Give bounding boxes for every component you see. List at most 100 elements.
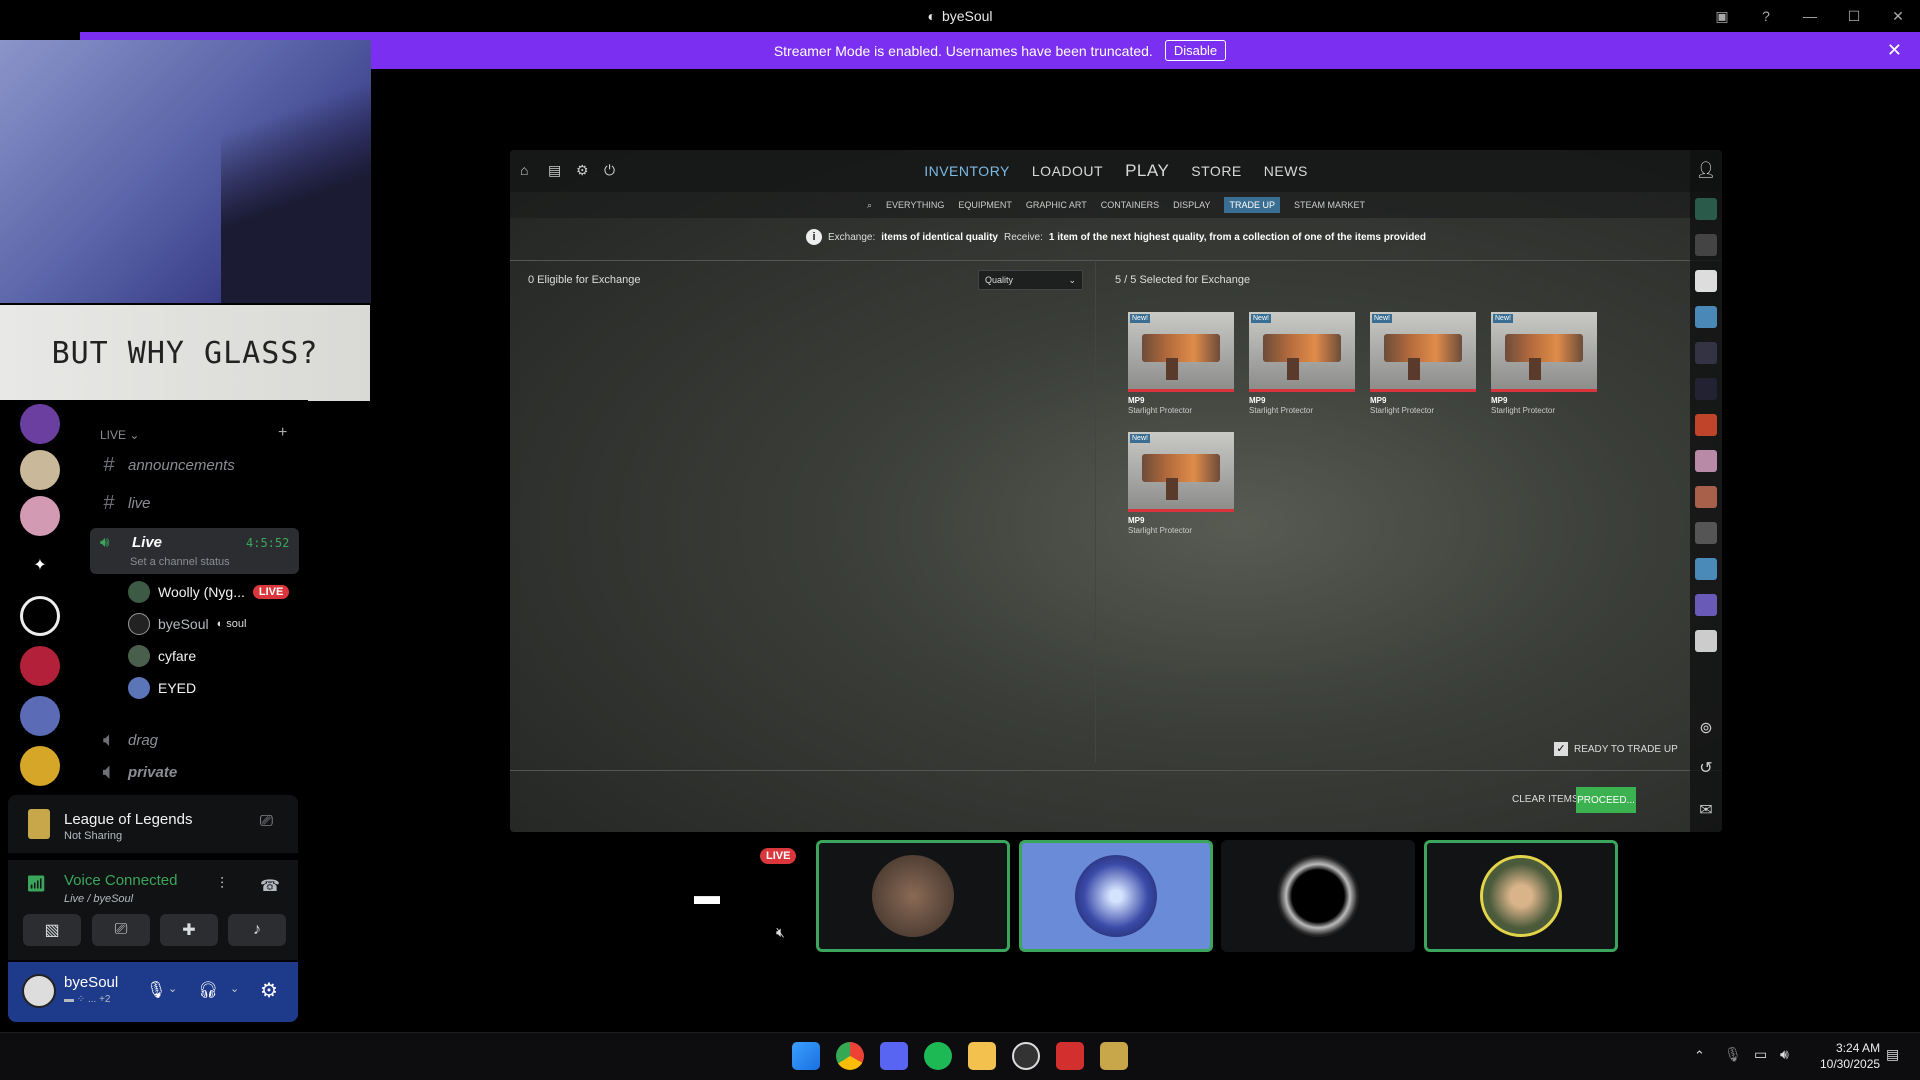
headphones-icon[interactable]: 🎧︎ — [198, 980, 218, 1000]
microphone-icon[interactable]: 🎙︎ — [146, 980, 166, 1000]
sort-dropdown[interactable]: Quality ⌄ — [978, 270, 1083, 290]
clear-items-button[interactable]: CLEAR ITEMS — [1512, 794, 1579, 805]
participant-tile[interactable] — [1424, 840, 1618, 952]
share-screen-icon[interactable]: ⎚ — [260, 813, 273, 831]
noise-suppression-icon[interactable]: ⫶ — [220, 876, 224, 894]
subnav-display[interactable]: DISPLAY — [1173, 200, 1210, 210]
server-icon[interactable] — [20, 404, 60, 444]
disconnect-icon[interactable]: ☎︎ — [260, 876, 280, 896]
sparkle-server-icon[interactable]: ✦ — [20, 546, 60, 586]
profile-icon[interactable]: 👤︎ — [1695, 160, 1717, 182]
channel-live-text[interactable]: # live — [100, 488, 150, 518]
trade-item[interactable]: New! MP9 Starlight Protector — [1128, 432, 1234, 535]
disable-button[interactable]: Disable — [1164, 40, 1227, 61]
discord-icon[interactable] — [880, 1042, 908, 1070]
chevron-up-icon[interactable]: ⌃ — [1694, 1048, 1705, 1064]
help-icon[interactable]: ? — [1744, 8, 1788, 24]
broadcast-icon[interactable]: ⊚ — [1695, 718, 1717, 740]
chevron-down-icon[interactable]: ⌄ — [168, 982, 177, 995]
close-banner-icon[interactable]: ✕ — [1887, 40, 1902, 61]
trade-item[interactable]: New! MP9 Starlight Protector — [1128, 312, 1234, 415]
voice-channel[interactable]: Live / byeSoul — [64, 893, 133, 905]
voice-status[interactable]: Voice Connected — [64, 872, 177, 889]
user-avatar[interactable] — [22, 974, 56, 1008]
participant-tile[interactable] — [1221, 840, 1415, 952]
inbox-icon[interactable]: ▣ — [1700, 8, 1744, 25]
nav-play[interactable]: PLAY — [1125, 161, 1169, 181]
search-icon[interactable]: ⌕ — [867, 200, 872, 211]
mail-icon[interactable]: ✉ — [1695, 800, 1717, 822]
server-icon[interactable] — [20, 450, 60, 490]
friend-avatar[interactable] — [1695, 234, 1717, 256]
channel-private[interactable]: 🔈︎ private — [100, 757, 177, 787]
trade-item[interactable]: New! MP9 Starlight Protector — [1370, 312, 1476, 415]
muted-icon[interactable]: 🔇︎ — [776, 924, 785, 941]
trade-item[interactable]: New! MP9 Starlight Protector — [1491, 312, 1597, 415]
friend-avatar[interactable] — [1695, 342, 1717, 364]
server-icon[interactable] — [20, 696, 60, 736]
gear-icon[interactable]: ⚙ — [260, 978, 278, 1003]
friend-avatar[interactable] — [1695, 558, 1717, 580]
subnav-everything[interactable]: EVERYTHING — [886, 200, 944, 210]
channel-live-voice[interactable]: 🔊︎ Live 4:5:52 Set a channel status — [90, 528, 299, 574]
friend-avatar[interactable] — [1695, 378, 1717, 400]
clock[interactable]: 3:24 AM 10/30/2025 — [1820, 1040, 1880, 1072]
camera-off-button[interactable]: ▧ — [23, 914, 81, 946]
friend-avatar[interactable] — [1695, 522, 1717, 544]
start-icon[interactable] — [792, 1042, 820, 1070]
server-icon[interactable] — [20, 496, 60, 536]
voice-user[interactable]: cyfare — [128, 644, 196, 668]
participant-tile[interactable] — [1019, 840, 1213, 952]
spotify-icon[interactable] — [924, 1042, 952, 1070]
server-icon[interactable] — [20, 646, 60, 686]
league-icon[interactable] — [1100, 1042, 1128, 1070]
soundboard-button[interactable]: ♪ — [228, 914, 286, 946]
channel-status[interactable]: Set a channel status — [130, 556, 230, 568]
friend-avatar[interactable] — [1695, 270, 1717, 292]
notification-icon[interactable]: ▤ — [1886, 1046, 1899, 1063]
friend-avatar[interactable] — [1695, 630, 1717, 652]
subnav-equipment[interactable]: EQUIPMENT — [958, 200, 1012, 210]
share-screen-button[interactable]: ⎚ — [92, 914, 150, 946]
gear-icon[interactable]: ⚙ — [576, 162, 589, 179]
friend-avatar[interactable] — [1695, 198, 1717, 220]
power-icon[interactable]: ⏻ — [604, 162, 615, 179]
subnav-trade-up[interactable]: TRADE UP — [1224, 197, 1280, 213]
server-icon[interactable] — [20, 746, 60, 786]
chevron-down-icon[interactable]: ⌄ — [230, 982, 239, 995]
voice-user[interactable]: Woolly (Nyg... LIVE — [128, 580, 290, 604]
close-button[interactable]: ✕ — [1876, 8, 1920, 25]
minimize-button[interactable]: — — [1788, 8, 1832, 24]
add-channel-icon[interactable]: + — [278, 424, 287, 442]
friend-avatar[interactable] — [1695, 450, 1717, 472]
nav-inventory[interactable]: INVENTORY — [924, 163, 1010, 179]
home-icon[interactable]: ⌂ — [520, 162, 528, 178]
channel-announcements[interactable]: # announcements — [100, 450, 234, 480]
nav-loadout[interactable]: LOADOUT — [1032, 163, 1103, 179]
subnav-containers[interactable]: CONTAINERS — [1101, 200, 1159, 210]
channel-drag[interactable]: 🔈︎ drag — [100, 725, 158, 755]
maximize-button[interactable]: ☐ — [1832, 8, 1876, 25]
user-name[interactable]: byeSoul — [64, 974, 118, 991]
participant-tile[interactable] — [816, 840, 1010, 952]
friend-avatar[interactable] — [1695, 414, 1717, 436]
friend-avatar[interactable] — [1695, 594, 1717, 616]
file-explorer-icon[interactable] — [968, 1042, 996, 1070]
category-live[interactable]: LIVE ⌄ — [100, 428, 139, 442]
server-icon[interactable] — [20, 596, 60, 636]
subnav-steam-market[interactable]: STEAM MARKET — [1294, 200, 1365, 210]
app-icon[interactable] — [1056, 1042, 1084, 1070]
app-icon[interactable] — [1012, 1042, 1040, 1070]
ready-to-trade-checkbox[interactable]: ✓ READY TO TRADE UP — [1554, 742, 1678, 756]
tv-icon[interactable]: ▤ — [548, 162, 561, 179]
friend-avatar[interactable] — [1695, 306, 1717, 328]
proceed-button[interactable]: PROCEED... — [1576, 787, 1636, 813]
signal-icon[interactable]: 📶︎ — [26, 874, 46, 894]
chrome-icon[interactable] — [836, 1042, 864, 1070]
subnav-graphic-art[interactable]: GRAPHIC ART — [1026, 200, 1087, 210]
friend-avatar[interactable] — [1695, 486, 1717, 508]
microphone-icon[interactable]: 🎙︎ — [1724, 1046, 1742, 1063]
volume-icon[interactable]: 🔊︎ — [1780, 1046, 1789, 1063]
nav-news[interactable]: NEWS — [1264, 163, 1308, 179]
network-icon[interactable]: ▭ — [1754, 1046, 1767, 1063]
